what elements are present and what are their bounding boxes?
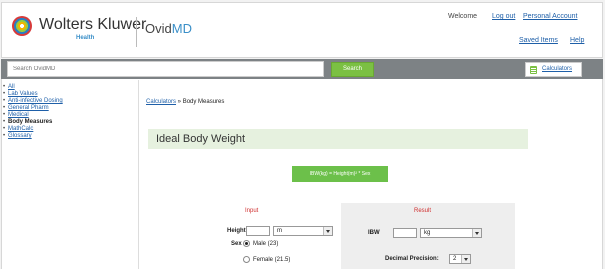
search-input[interactable] (7, 61, 324, 77)
chevron-down-icon (323, 227, 332, 235)
breadcrumb: Calculators » Body Measures (146, 99, 225, 105)
calculators-link[interactable]: Calculators (525, 62, 582, 77)
saved-items-link[interactable]: Saved Items (519, 37, 558, 44)
chevron-down-icon (461, 255, 470, 263)
formula-box: IBW(kg) = Height(m)² * Sex (292, 166, 388, 182)
sidebar-item-body-measures[interactable]: • Body Measures (2, 119, 134, 126)
sidebar-item-label: Body Measures (8, 119, 53, 125)
logout-link[interactable]: Log out (492, 13, 515, 20)
sidebar-item-general-pharm[interactable]: • General Pharm (2, 105, 134, 112)
sidebar-item-anti-infective-dosing[interactable]: • Anti-infective Dosing (2, 98, 134, 105)
help-link[interactable]: Help (570, 37, 584, 44)
input-section-title: Input (245, 208, 259, 214)
calculator-icon (530, 66, 537, 74)
sidebar-item-all[interactable]: • All (2, 84, 134, 91)
calculators-link-label: Calculators (542, 66, 573, 72)
personal-account-link[interactable]: Personal Account (523, 13, 577, 20)
ibw-output[interactable] (393, 228, 417, 238)
page-title: Ideal Body Weight (156, 133, 246, 145)
sex-male-radio[interactable] (243, 240, 250, 247)
sidebar-divider (138, 80, 139, 269)
decimal-precision-select[interactable]: 2 (449, 254, 471, 264)
result-section-title: Result (414, 208, 432, 214)
page-frame: Wolters Kluwer Health OvidMD Welcome Log… (0, 0, 605, 269)
sidebar-item-label: Medical (8, 112, 29, 118)
height-unit-select[interactable]: m (273, 226, 333, 236)
logo-divider (136, 17, 137, 47)
sex-female-radio[interactable] (243, 256, 250, 263)
height-label: Height (227, 228, 246, 234)
ibw-unit-select[interactable]: kg (420, 228, 482, 238)
sidebar-item-label: All (8, 84, 15, 90)
sidebar-item-label: General Pharm (8, 105, 49, 111)
brand-name: Wolters Kluwer (39, 16, 147, 33)
sidebar-item-lab-values[interactable]: • Lab Values (2, 91, 134, 98)
ibw-unit-value: kg (424, 230, 431, 236)
breadcrumb-calculators-link[interactable]: Calculators (146, 99, 176, 105)
welcome-text: Welcome (448, 13, 478, 20)
height-unit-value: m (277, 228, 282, 234)
sex-label: Sex (231, 241, 242, 247)
sex-male-label: Male (23) (253, 241, 279, 247)
sidebar: • All • Lab Values • Anti-infective Dosing … (2, 84, 134, 140)
sidebar-item-label: MathCalc (8, 126, 34, 132)
wolters-kluwer-globe-icon (12, 16, 32, 36)
sidebar-item-mathcalc[interactable]: • MathCalc (2, 126, 134, 133)
brand-sub: Health (76, 35, 95, 41)
sidebar-item-label: Anti-infective Dosing (8, 98, 63, 104)
sidebar-item-label: Glossary (8, 133, 32, 139)
sidebar-item-label: Lab Values (8, 91, 38, 97)
product-name: OvidMD (145, 21, 192, 36)
sidebar-item-glossary[interactable]: • Glossary (2, 133, 134, 140)
search-button[interactable]: Search (331, 62, 374, 77)
height-input[interactable] (246, 226, 270, 236)
decimal-precision-value: 2 (453, 256, 457, 262)
ibw-label: IBW (368, 230, 380, 236)
breadcrumb-current: Body Measures (182, 99, 225, 105)
sidebar-item-medical[interactable]: • Medical (2, 112, 134, 119)
chevron-down-icon (472, 229, 481, 237)
sex-female-label: Female (21.5) (253, 257, 291, 263)
header: Wolters Kluwer Health OvidMD Welcome Log… (1, 2, 603, 58)
decimal-precision-label: Decimal Precision: (385, 256, 439, 262)
